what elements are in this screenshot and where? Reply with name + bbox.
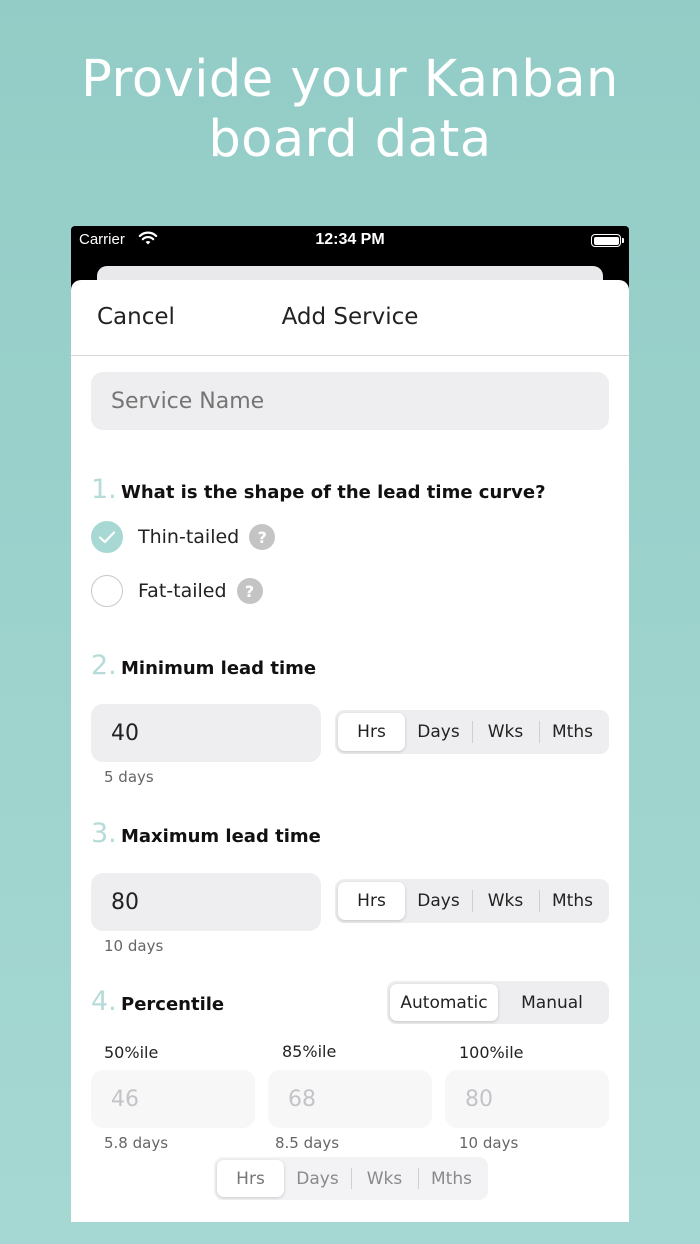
unit-days[interactable]: Days: [405, 713, 472, 751]
headline-line-1: Provide your Kanban: [81, 50, 619, 109]
option-label: Thin-tailed: [138, 526, 240, 548]
help-icon[interactable]: ?: [249, 524, 276, 550]
mode-manual[interactable]: Manual: [498, 984, 606, 1021]
section-title: Maximum lead time: [121, 826, 321, 847]
min-lead-time-caption: 5 days: [104, 768, 154, 786]
percentile-50-caption: 5.8 days: [104, 1134, 169, 1152]
unit-hrs[interactable]: Hrs: [338, 713, 405, 751]
unit-hrs[interactable]: Hrs: [338, 882, 405, 920]
service-name-input[interactable]: [91, 372, 609, 430]
section-number: 1.: [91, 474, 117, 505]
unit-days[interactable]: Days: [405, 882, 472, 920]
section-1-header: 1. What is the shape of the lead time cu…: [91, 474, 546, 505]
unit-mths[interactable]: Mths: [539, 882, 606, 920]
headline-line-2: board data: [208, 110, 492, 169]
percentile-100-input: 80: [445, 1070, 609, 1128]
nav-bar: Cancel Add Service: [71, 280, 629, 356]
unit-mths: Mths: [418, 1160, 485, 1197]
percentile-mode-selector: Automatic Manual: [387, 981, 609, 1024]
mode-automatic[interactable]: Automatic: [390, 984, 498, 1021]
min-lead-time-input[interactable]: 40: [91, 704, 321, 762]
section-3-header: 3. Maximum lead time: [91, 818, 321, 849]
option-fat-tailed[interactable]: Fat-tailed ?: [91, 575, 263, 607]
unit-wks[interactable]: Wks: [472, 882, 539, 920]
section-title: Minimum lead time: [121, 658, 317, 679]
section-title: Percentile: [121, 994, 225, 1015]
checkmark-icon: [98, 531, 116, 544]
unit-wks: Wks: [351, 1160, 418, 1197]
section-2-header: 2. Minimum lead time: [91, 650, 316, 681]
section-title: What is the shape of the lead time curve…: [121, 482, 546, 503]
percentile-50-label: 50%ile: [104, 1043, 159, 1062]
add-service-sheet: Cancel Add Service 1. What is the shape …: [71, 280, 629, 1222]
percentile-50-input: 46: [91, 1070, 255, 1128]
section-number: 2.: [91, 650, 117, 681]
min-lead-time-unit-selector: Hrs Days Wks Mths: [335, 710, 609, 754]
section-number: 3.: [91, 818, 117, 849]
percentile-unit-selector: Hrs Days Wks Mths: [214, 1157, 488, 1200]
percentile-85-input: 68: [268, 1070, 432, 1128]
percentile-100-label: 100%ile: [459, 1043, 524, 1062]
help-icon[interactable]: ?: [236, 578, 263, 604]
option-label: Fat-tailed: [138, 580, 227, 602]
section-4-header: 4. Percentile: [91, 986, 224, 1017]
unit-mths[interactable]: Mths: [539, 713, 606, 751]
marketing-headline: Provide your Kanban board data: [0, 50, 700, 170]
option-thin-tailed[interactable]: Thin-tailed ?: [91, 521, 276, 553]
section-number: 4.: [91, 986, 117, 1017]
battery-icon: [591, 234, 624, 247]
max-lead-time-caption: 10 days: [104, 937, 164, 955]
max-lead-time-input[interactable]: 80: [91, 873, 321, 931]
sheet-title: Add Service: [281, 304, 419, 330]
radio-unchecked[interactable]: [91, 575, 123, 607]
radio-checked[interactable]: [91, 521, 123, 553]
max-lead-time-unit-selector: Hrs Days Wks Mths: [335, 879, 609, 923]
percentile-100-caption: 10 days: [459, 1134, 519, 1152]
unit-days: Days: [296, 1168, 339, 1189]
status-time: 12:34 PM: [315, 231, 385, 248]
unit-wks[interactable]: Wks: [472, 713, 539, 751]
status-bar: Carrier 12:34 PM: [71, 226, 629, 256]
phone-screen: Carrier 12:34 PM Cancel Add Service 1. W…: [71, 226, 629, 1222]
unit-hrs: Hrs: [217, 1160, 284, 1197]
percentile-85-label: 85%ile: [282, 1042, 337, 1061]
percentile-85-caption: 8.5 days: [275, 1134, 340, 1152]
